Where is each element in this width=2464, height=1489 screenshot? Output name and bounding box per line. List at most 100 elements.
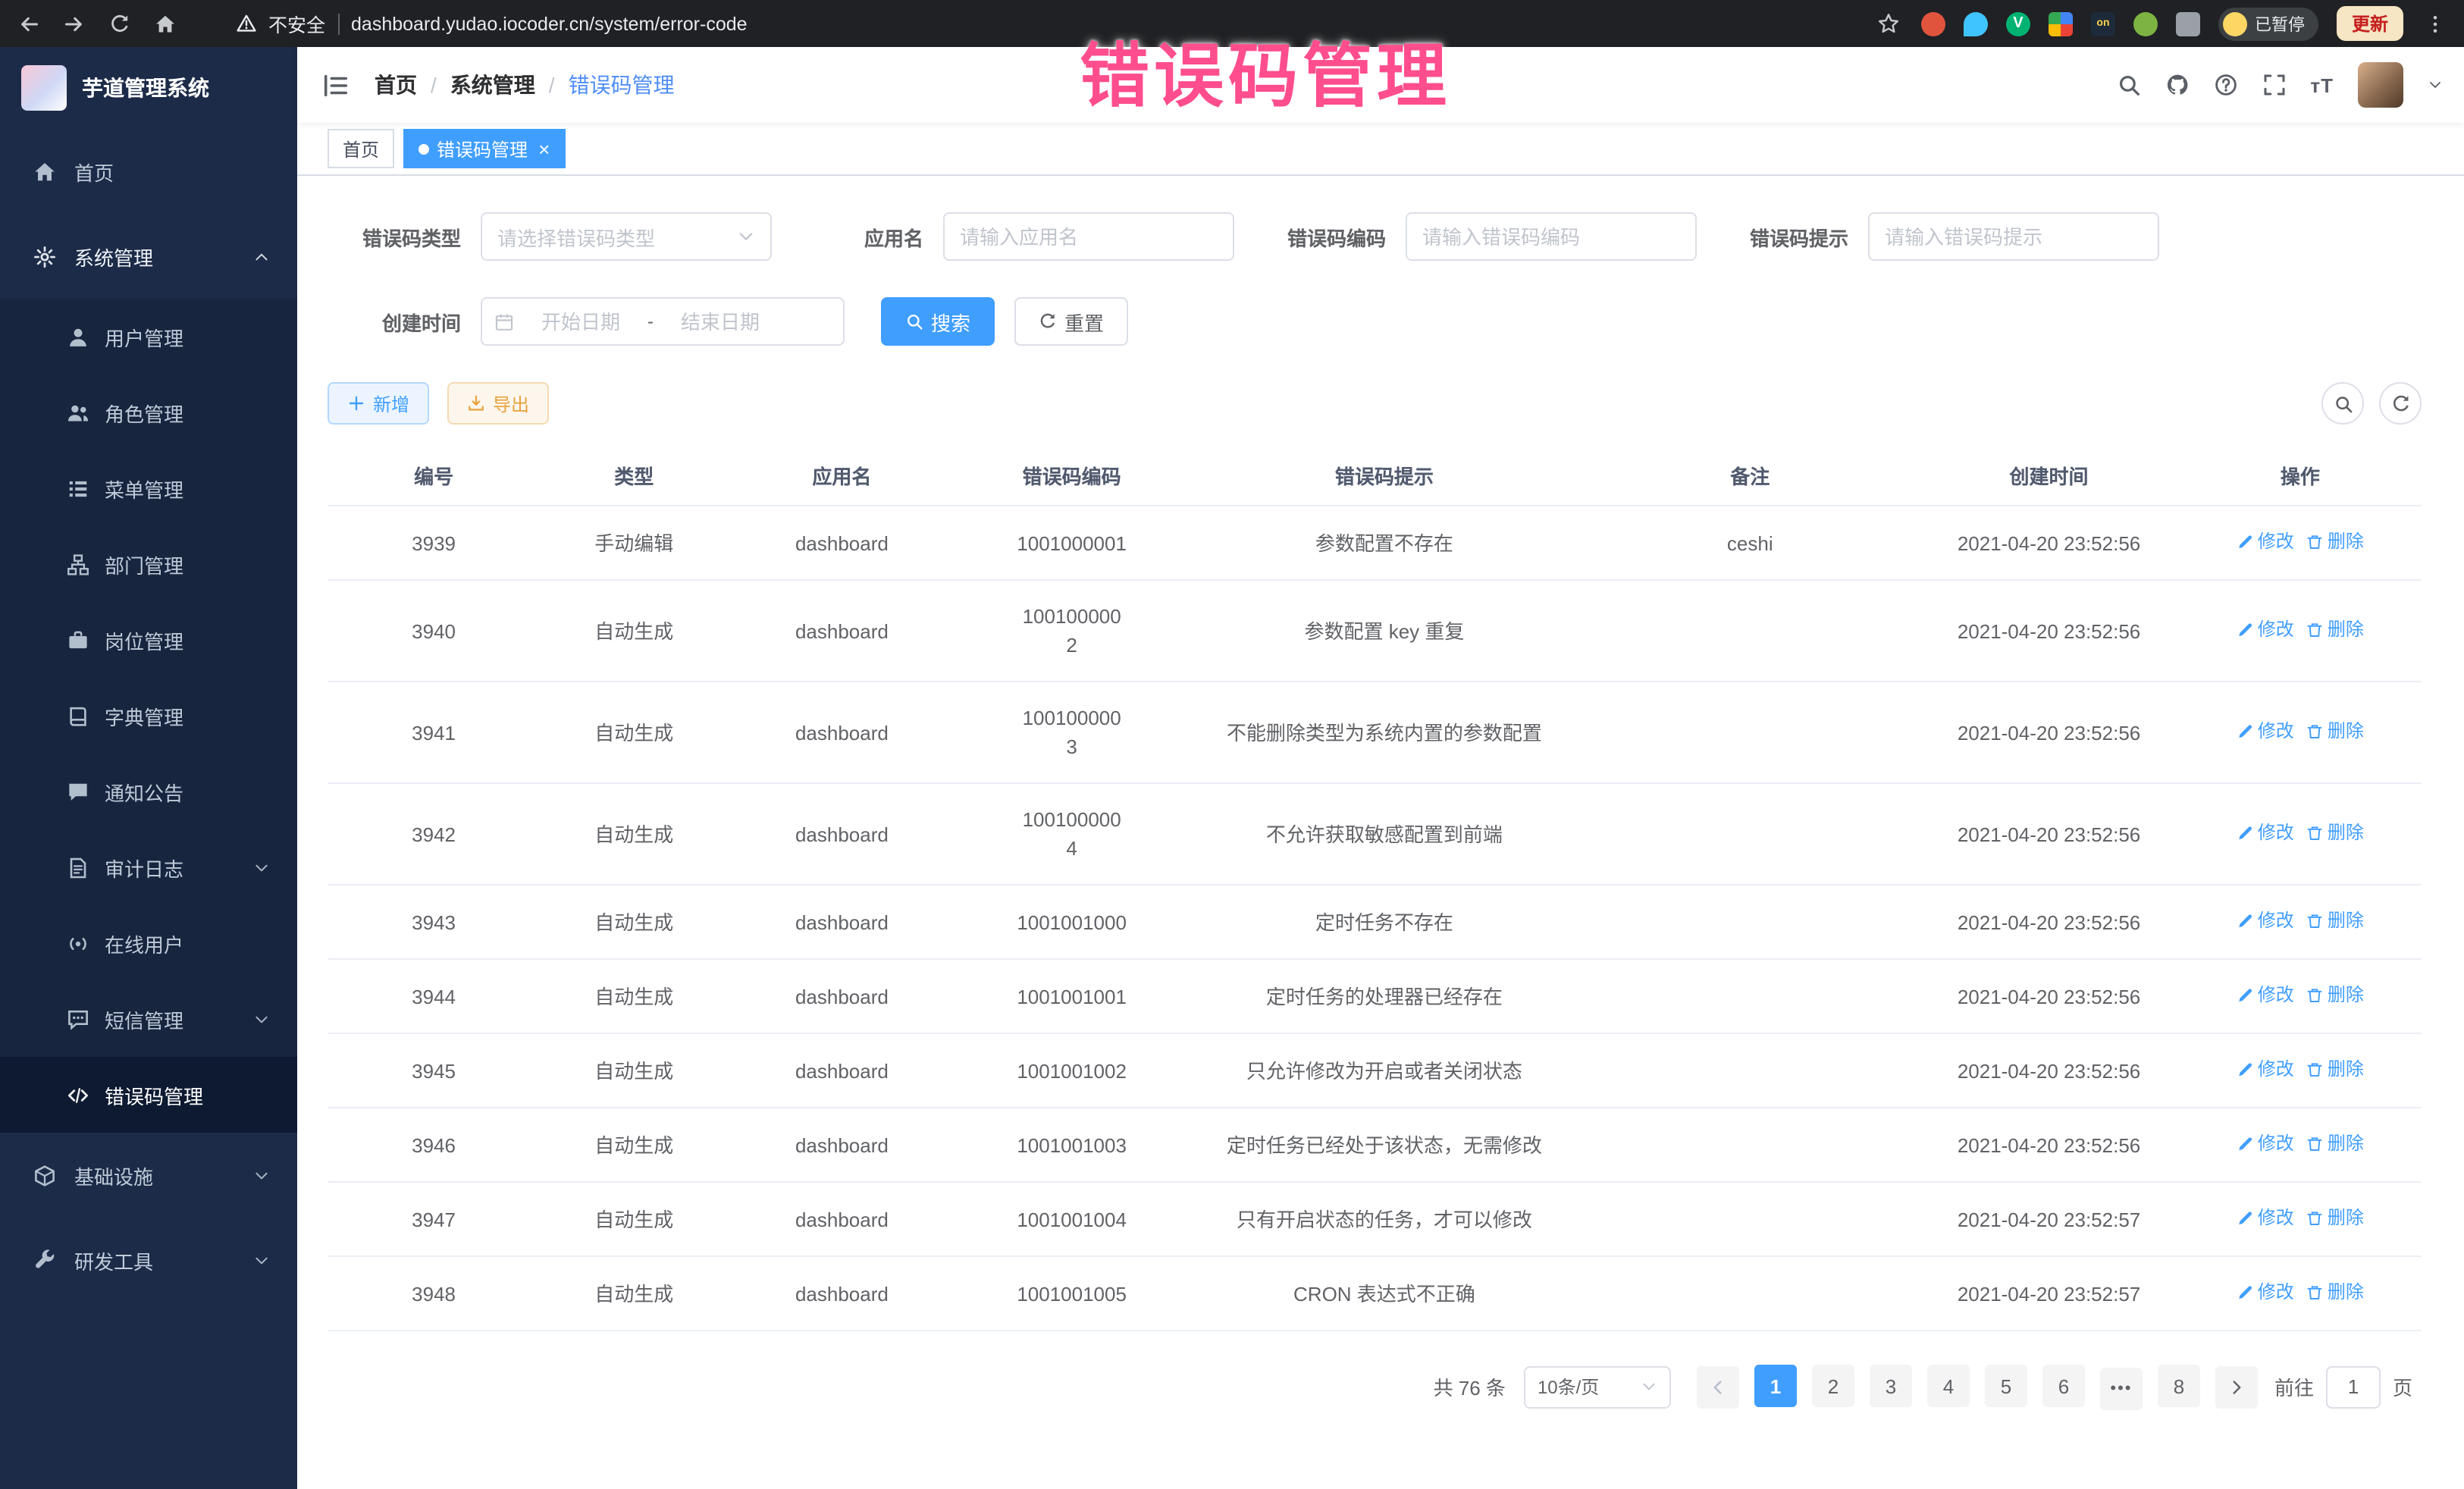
delete-link[interactable]: 删除	[2306, 1278, 2364, 1307]
sidebar-item-sms[interactable]: 短信管理	[0, 981, 297, 1057]
forward-icon[interactable]	[61, 10, 88, 37]
delete-link[interactable]: 删除	[2306, 616, 2364, 644]
sidebar-item-online-user[interactable]: 在线用户	[0, 905, 297, 981]
date-range-picker[interactable]: -	[481, 297, 845, 346]
sidebar-item-notice[interactable]: 通知公告	[0, 754, 297, 829]
font-size-icon[interactable]: тT	[2310, 74, 2334, 96]
sidebar-item-system[interactable]: 系统管理	[0, 214, 297, 299]
edit-link[interactable]: 修改	[2237, 1204, 2294, 1233]
prev-page-button[interactable]	[1697, 1366, 1739, 1409]
sidebar-item-user[interactable]: 用户管理	[0, 299, 297, 375]
user-avatar[interactable]	[2358, 62, 2403, 108]
extension-icon[interactable]: V	[2006, 11, 2030, 36]
page-ellipsis[interactable]: •••	[2100, 1367, 2143, 1409]
edit-link[interactable]: 修改	[2237, 981, 2294, 1010]
add-button[interactable]: 新增	[328, 382, 429, 425]
delete-link[interactable]: 删除	[2306, 1055, 2364, 1084]
reload-icon[interactable]	[106, 10, 133, 37]
error-code-input[interactable]	[1406, 212, 1697, 261]
puzzle-extension-icon[interactable]	[2176, 11, 2200, 36]
search-icon[interactable]	[2116, 73, 2140, 97]
start-date-input[interactable]	[520, 310, 641, 333]
sidebar-item-home[interactable]: 首页	[0, 129, 297, 214]
sidebar-item-menu[interactable]: 菜单管理	[0, 450, 297, 526]
search-button[interactable]: 搜索	[881, 297, 995, 346]
column-header[interactable]: 应用名	[728, 446, 955, 506]
sidebar-item-dict[interactable]: 字典管理	[0, 678, 297, 754]
extension-icon[interactable]	[2049, 11, 2073, 36]
fullscreen-icon[interactable]	[2262, 73, 2286, 97]
column-header[interactable]: 错误码提示	[1188, 446, 1581, 506]
page-button-1[interactable]: 1	[1754, 1365, 1797, 1407]
edit-link[interactable]: 修改	[2237, 1130, 2294, 1158]
delete-link[interactable]: 删除	[2306, 981, 2364, 1010]
breadcrumb-item[interactable]: 错误码管理	[569, 70, 675, 100]
reset-button[interactable]: 重置	[1014, 297, 1128, 346]
column-header[interactable]: 备注	[1581, 446, 1919, 506]
home-icon[interactable]	[152, 10, 179, 37]
export-button[interactable]: 导出	[447, 382, 549, 425]
goto-page-input[interactable]	[2326, 1366, 2381, 1409]
back-icon[interactable]	[15, 10, 42, 37]
edit-link[interactable]: 修改	[2237, 819, 2294, 848]
extension-icon[interactable]: on	[2091, 11, 2115, 36]
breadcrumb-item[interactable]: 首页	[375, 70, 417, 100]
chevron-down-icon[interactable]	[2428, 77, 2443, 92]
show-search-button[interactable]	[2321, 382, 2364, 425]
page-button-8[interactable]: 8	[2158, 1365, 2200, 1407]
edit-link[interactable]: 修改	[2237, 907, 2294, 936]
app-logo[interactable]: 芋道管理系统	[0, 47, 297, 129]
browser-profile-chip[interactable]: 已暂停	[2218, 7, 2318, 40]
page-size-select[interactable]: 10条/页	[1524, 1366, 1671, 1409]
help-icon[interactable]	[2213, 73, 2237, 97]
extension-icon[interactable]	[1964, 11, 1988, 36]
cell-actions: 修改删除	[2179, 580, 2422, 682]
edit-link[interactable]: 修改	[2237, 1055, 2294, 1084]
delete-link[interactable]: 删除	[2306, 819, 2364, 848]
column-header[interactable]: 错误码编码	[956, 446, 1188, 506]
close-icon[interactable]: ×	[538, 139, 550, 158]
column-header[interactable]: 编号	[328, 446, 540, 506]
sidebar-item-dept[interactable]: 部门管理	[0, 526, 297, 602]
update-button[interactable]: 更新	[2337, 6, 2403, 41]
page-button-5[interactable]: 5	[1985, 1365, 2027, 1407]
breadcrumb-item[interactable]: 系统管理	[450, 70, 535, 100]
github-icon[interactable]	[2165, 73, 2189, 97]
sidebar-item-post[interactable]: 岗位管理	[0, 602, 297, 678]
end-date-input[interactable]	[660, 310, 781, 333]
next-page-button[interactable]	[2215, 1366, 2258, 1409]
error-msg-input[interactable]	[1868, 212, 2159, 261]
tab-home[interactable]: 首页	[328, 129, 394, 168]
delete-link[interactable]: 删除	[2306, 1204, 2364, 1233]
address-bar[interactable]: 不安全 dashboard.yudao.iocoder.cn/system/er…	[237, 9, 1857, 38]
edit-link[interactable]: 修改	[2237, 528, 2294, 556]
column-header[interactable]: 类型	[540, 446, 728, 506]
app-name-input[interactable]	[943, 212, 1234, 261]
sidebar-item-dev-tools[interactable]: 研发工具	[0, 1218, 297, 1302]
error-type-select[interactable]: 请选择错误码类型	[481, 212, 772, 261]
sidebar-item-infra[interactable]: 基础设施	[0, 1133, 297, 1218]
bookmark-star-icon[interactable]	[1876, 10, 1903, 37]
page-button-2[interactable]: 2	[1812, 1365, 1854, 1407]
extension-icon[interactable]	[1921, 11, 1945, 36]
extension-icon[interactable]	[2133, 11, 2158, 36]
sidebar-item-role[interactable]: 角色管理	[0, 375, 297, 450]
refresh-table-button[interactable]	[2379, 382, 2422, 425]
page-button-3[interactable]: 3	[1870, 1365, 1912, 1407]
page-button-6[interactable]: 6	[2042, 1365, 2085, 1407]
page-button-4[interactable]: 4	[1927, 1365, 1970, 1407]
sidebar-item-error-code[interactable]: 错误码管理	[0, 1057, 297, 1133]
sidebar-item-audit-log[interactable]: 审计日志	[0, 829, 297, 905]
delete-link[interactable]: 删除	[2306, 717, 2364, 746]
edit-link[interactable]: 修改	[2237, 1278, 2294, 1307]
delete-link[interactable]: 删除	[2306, 1130, 2364, 1158]
sidebar-toggle-icon[interactable]	[297, 71, 375, 99]
tab-error-code[interactable]: 错误码管理×	[403, 129, 565, 168]
more-menu-icon[interactable]	[2422, 10, 2449, 37]
edit-link[interactable]: 修改	[2237, 717, 2294, 746]
column-header[interactable]: 创建时间	[1919, 446, 2178, 506]
column-header[interactable]: 操作	[2179, 446, 2422, 506]
delete-link[interactable]: 删除	[2306, 528, 2364, 556]
delete-link[interactable]: 删除	[2306, 907, 2364, 936]
edit-link[interactable]: 修改	[2237, 616, 2294, 644]
